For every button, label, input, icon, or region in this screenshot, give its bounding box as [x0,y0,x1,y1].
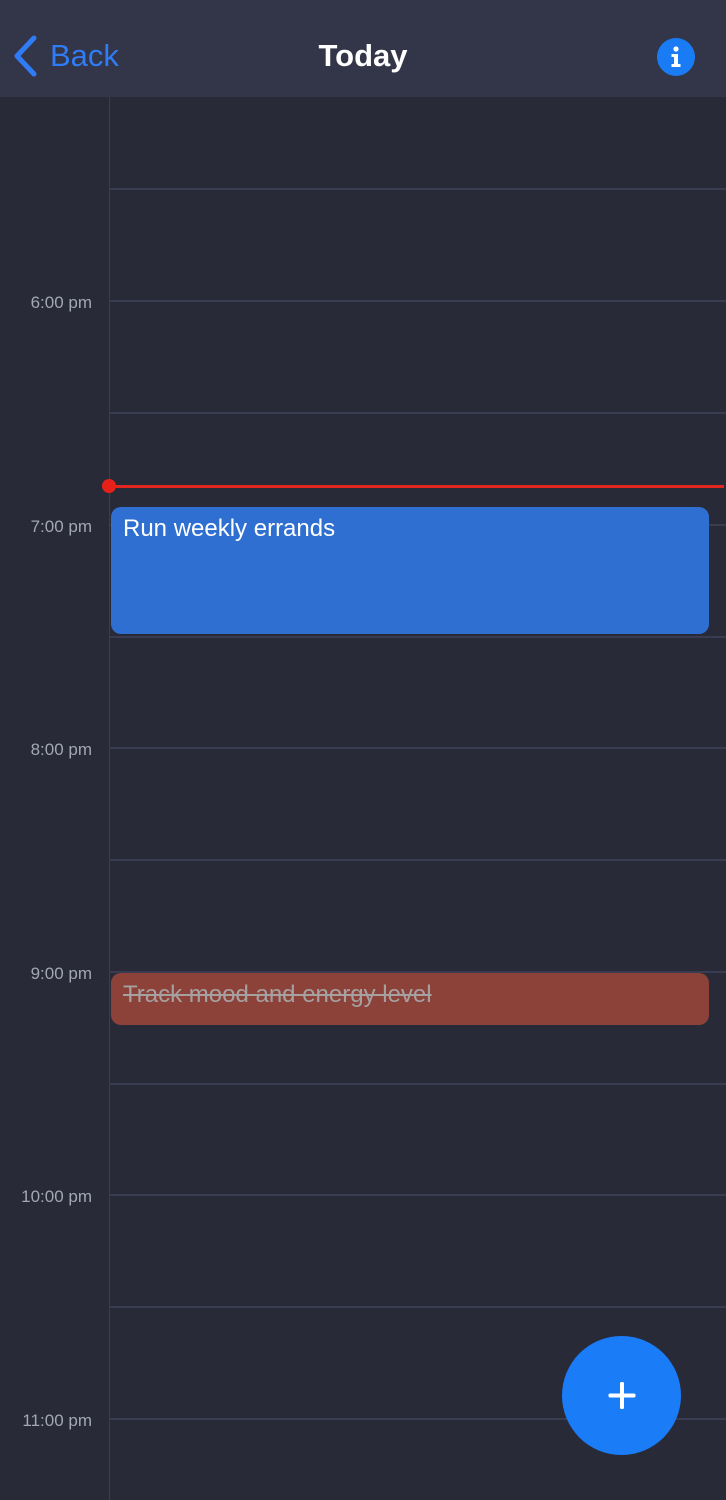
info-icon [657,38,695,76]
time-label-6pm: 6:00 pm [30,293,92,312]
time-label-8pm: 8:00 pm [30,740,92,759]
add-event-button[interactable] [562,1336,681,1455]
calendar-day-screen: Back Today 6:00 pm 7:00 pm 8:00 pm 9:00 … [0,0,726,1500]
time-label-10pm: 10:00 pm [21,1187,92,1206]
event-title: Run weekly errands [123,515,336,542]
time-label-7pm: 7:00 pm [30,517,92,536]
event-block[interactable]: Run weekly errands [111,507,709,634]
page-title: Today [318,38,408,73]
half-hour-line [110,412,726,414]
info-button[interactable] [657,38,695,76]
event-title: Track mood and energy level [123,981,432,1008]
plus-icon [562,1336,681,1455]
event-block-completed[interactable]: Track mood and energy level [111,973,709,1025]
hour-line [110,300,726,302]
half-hour-line [110,636,726,638]
day-timeline[interactable]: 6:00 pm 7:00 pm 8:00 pm 9:00 pm 10:00 pm… [0,97,726,1500]
hour-line [110,1194,726,1196]
half-hour-line [110,188,726,190]
half-hour-line [110,859,726,861]
half-hour-line [110,1083,726,1085]
time-label-11pm: 11:00 pm [22,1411,92,1430]
hour-line [110,747,726,749]
navigation-bar: Back Today [0,0,726,97]
half-hour-line [110,1306,726,1308]
current-time-indicator [110,485,724,488]
time-label-9pm: 9:00 pm [30,964,92,983]
time-gutter-divider [109,97,110,1500]
current-time-dot [102,479,116,493]
